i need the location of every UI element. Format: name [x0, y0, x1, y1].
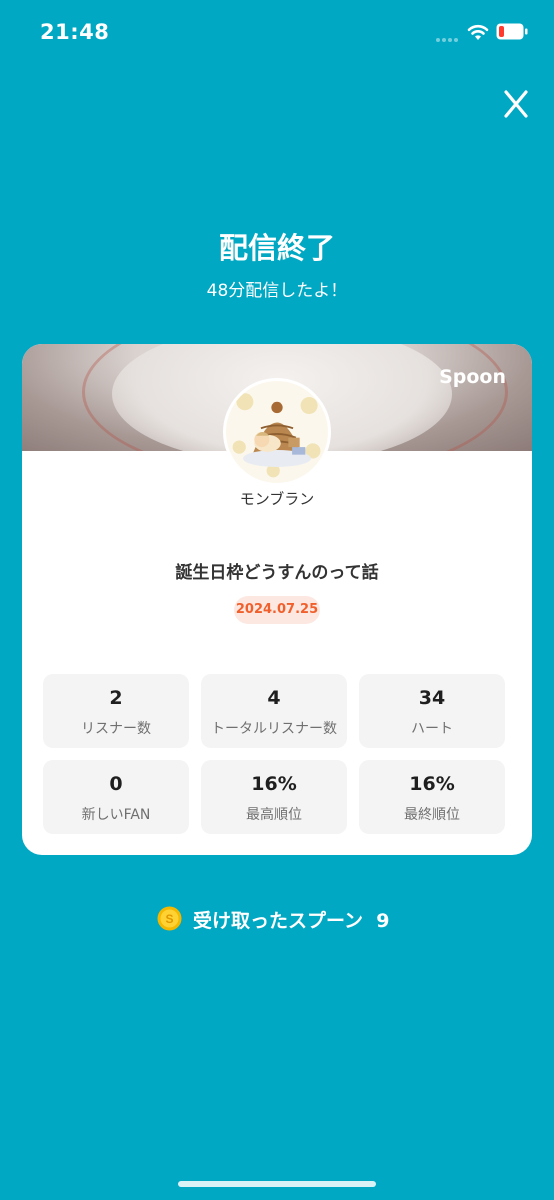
wifi-icon: [467, 24, 489, 40]
stat-highest-rank: 16% 最高順位: [201, 760, 347, 834]
stat-label: 新しいFAN: [81, 807, 151, 823]
live-title: 誕生日枠どうすんのって話: [175, 563, 379, 583]
date-badge: 2024.07.25: [234, 596, 320, 624]
status-time: 21:48: [40, 20, 110, 44]
received-spoons: S 受け取ったスプーン 9: [0, 900, 554, 936]
stat-hearts: 34 ハート: [359, 674, 505, 748]
received-spoons-text: 受け取ったスプーン 9: [193, 910, 390, 932]
summary-card: Spoon モンブラン 誕生日枠どうすんのって話 2024.07.25 2 リス…: [22, 344, 532, 855]
broadcast-duration: 48分配信したよ！: [206, 281, 348, 301]
stat-label: ハート: [411, 721, 453, 737]
stat-new-fans: 0 新しいFAN: [43, 760, 189, 834]
stat-label: トータルリスナー数: [211, 721, 337, 737]
dj-name: モンブラン: [239, 490, 315, 508]
stat-label: 最高順位: [246, 807, 302, 823]
stat-label: リスナー数: [81, 721, 151, 737]
spoon-logo: Spoon: [439, 366, 506, 388]
home-indicator[interactable]: [178, 1181, 376, 1187]
battery-icon: [496, 23, 528, 40]
status-bar: 21:48: [0, 0, 554, 68]
montblanc-character-image: [232, 393, 321, 478]
stat-final-rank: 16% 最終順位: [359, 760, 505, 834]
stat-value: 34: [418, 687, 446, 709]
stat-total-listeners: 4 トータルリスナー数: [201, 674, 347, 748]
page-title: 配信終了: [218, 231, 335, 265]
avatar: [223, 378, 331, 486]
stat-value: 16%: [409, 773, 455, 795]
signal-icon: [436, 30, 460, 42]
coin-icon: S: [157, 906, 182, 931]
stat-listeners: 2 リスナー数: [43, 674, 189, 748]
close-icon[interactable]: [496, 84, 536, 124]
stat-label: 最終順位: [404, 807, 460, 823]
svg-text:S: S: [165, 912, 173, 926]
stat-value: 0: [109, 773, 123, 795]
stat-value: 4: [267, 687, 281, 709]
stat-value: 2: [109, 687, 123, 709]
stat-value: 16%: [251, 773, 297, 795]
